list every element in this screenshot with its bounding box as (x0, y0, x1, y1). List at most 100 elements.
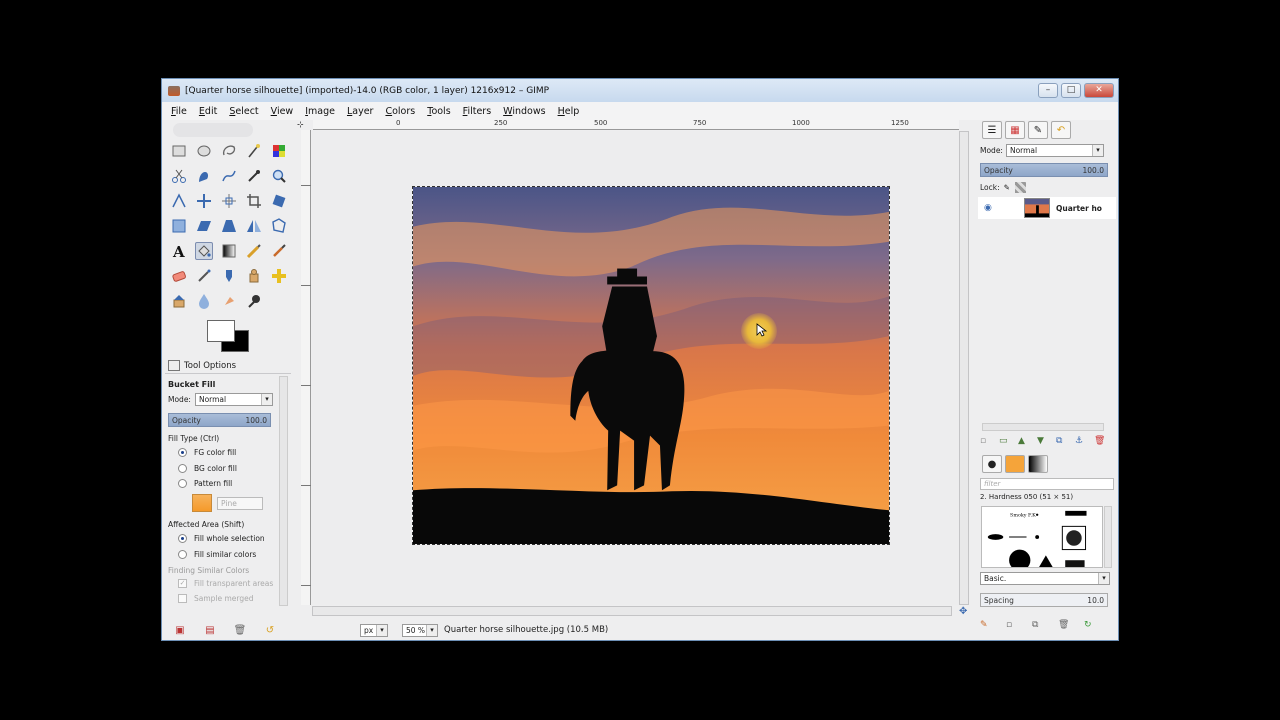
perspective-clone-icon[interactable] (170, 292, 188, 310)
scale-icon[interactable] (170, 217, 188, 235)
measure-icon[interactable] (170, 192, 188, 210)
delete-brush-icon[interactable]: 🗑 (1058, 620, 1084, 630)
close-button[interactable]: ✕ (1084, 83, 1114, 98)
fill-type-bg[interactable]: BG color fill (178, 464, 237, 473)
menu-image[interactable]: Image (305, 106, 335, 117)
pencil-icon[interactable] (245, 242, 263, 260)
foreground-color-swatch[interactable] (207, 320, 235, 342)
duplicate-brush-icon[interactable]: ⧉ (1032, 620, 1058, 630)
paintbrush-icon[interactable] (270, 242, 288, 260)
zoom-select[interactable]: 50 % ▾ (402, 623, 438, 637)
blend-icon[interactable] (220, 242, 238, 260)
menu-help[interactable]: Help (558, 106, 580, 117)
menu-select[interactable]: Select (229, 106, 258, 117)
radio-fg-fill[interactable] (178, 448, 187, 457)
dodge-burn-icon[interactable] (245, 292, 263, 310)
menu-filters[interactable]: Filters (463, 106, 492, 117)
layers-hscrollbar[interactable] (982, 423, 1104, 431)
rect-select-icon[interactable] (170, 142, 188, 160)
image-layer-canvas[interactable] (412, 186, 890, 545)
duplicate-layer-icon[interactable]: ⧉ (1056, 436, 1075, 446)
pattern-selector[interactable]: Pine (192, 494, 263, 512)
layers-tab-icon[interactable]: ☰ (982, 121, 1002, 139)
delete-layer-icon[interactable]: 🗑 (1094, 436, 1113, 446)
free-select-icon[interactable] (220, 142, 238, 160)
blur-icon[interactable] (195, 292, 213, 310)
menu-tools[interactable]: Tools (427, 106, 450, 117)
save-options-icon[interactable]: ▣ (165, 625, 195, 636)
anchor-layer-icon[interactable]: ⚓ (1075, 436, 1094, 446)
bucket-fill-icon[interactable] (195, 242, 213, 260)
refresh-brushes-icon[interactable]: ↻ (1084, 620, 1110, 630)
radio-fill-whole[interactable] (178, 534, 187, 543)
menu-layer[interactable]: Layer (347, 106, 374, 117)
radio-bg-fill[interactable] (178, 464, 187, 473)
lock-alpha-icon[interactable] (1014, 182, 1026, 193)
crop-icon[interactable] (245, 192, 263, 210)
gradients-tab-icon[interactable] (1028, 455, 1048, 473)
text-icon[interactable]: A (170, 242, 188, 260)
cage-transform-icon[interactable] (270, 217, 288, 235)
radio-fill-similar[interactable] (178, 550, 187, 559)
vertical-scrollbar[interactable] (959, 131, 969, 605)
fuzzy-select-icon[interactable] (245, 142, 263, 160)
navigate-icon[interactable]: ✥ (959, 606, 971, 618)
unit-select[interactable]: px ▾ (360, 623, 388, 637)
horizontal-scrollbar[interactable] (312, 606, 952, 616)
quick-mask-corner-icon[interactable]: ⊹ (297, 120, 311, 130)
opacity-slider[interactable]: Opacity 100.0 (168, 413, 271, 427)
patterns-tab-icon[interactable] (1005, 455, 1025, 473)
eye-icon[interactable]: ◉ (984, 203, 1006, 213)
zoom-icon[interactable] (270, 167, 288, 185)
ink-icon[interactable] (220, 267, 238, 285)
shear-icon[interactable] (195, 217, 213, 235)
paths-tab-icon[interactable]: ✎ (1028, 121, 1048, 139)
spacing-slider[interactable]: Spacing 10.0 (980, 593, 1108, 607)
fg-bg-color-selector[interactable] (207, 320, 251, 354)
scissors-select-icon[interactable] (170, 167, 188, 185)
restore-options-icon[interactable]: ▤ (195, 625, 225, 636)
affected-whole[interactable]: Fill whole selection (178, 534, 265, 543)
new-layer-group-icon[interactable]: ▭ (999, 436, 1018, 446)
airbrush-icon[interactable] (195, 267, 213, 285)
canvas[interactable] (312, 131, 961, 605)
brush-preset-select[interactable]: Basic. ▾ (980, 572, 1110, 585)
foreground-select-icon[interactable] (195, 167, 213, 185)
pattern-name-field[interactable]: Pine (217, 496, 263, 510)
fill-type-pattern[interactable]: Pattern fill (178, 479, 232, 488)
rotate-icon[interactable] (270, 192, 288, 210)
lock-pixels-icon[interactable]: ✎ (1004, 183, 1010, 192)
select-by-color-icon[interactable] (270, 142, 288, 160)
menu-colors[interactable]: Colors (385, 106, 415, 117)
radio-pattern-fill[interactable] (178, 479, 187, 488)
vertical-ruler[interactable] (301, 130, 311, 605)
reset-options-icon[interactable]: ↺ (255, 625, 285, 636)
brush-filter-field[interactable]: filter (980, 478, 1114, 490)
eraser-icon[interactable] (170, 267, 188, 285)
lower-layer-icon[interactable]: ▼ (1037, 436, 1056, 446)
undo-tab-icon[interactable]: ↶ (1051, 121, 1071, 139)
align-icon[interactable] (220, 192, 238, 210)
layer-row[interactable]: ◉ Quarter ho (978, 197, 1116, 219)
brushes-tab-icon[interactable]: ● (982, 455, 1002, 473)
flip-icon[interactable] (245, 217, 263, 235)
layers-mode-select[interactable]: Normal ▾ (1005, 144, 1104, 157)
layers-opacity-slider[interactable]: Opacity 100.0 (980, 163, 1108, 177)
tool-options-scrollbar[interactable] (279, 376, 288, 606)
paths-icon[interactable] (220, 167, 238, 185)
mode-select[interactable]: Normal ▾ (194, 393, 273, 406)
tool-options-tab[interactable]: Tool Options (165, 358, 291, 374)
menu-windows[interactable]: Windows (503, 106, 545, 117)
maximize-button[interactable]: □ (1061, 83, 1081, 98)
menu-file[interactable]: File (171, 106, 187, 117)
heal-icon[interactable] (270, 267, 288, 285)
affected-similar[interactable]: Fill similar colors (178, 550, 256, 559)
brushes-scrollbar[interactable] (1104, 506, 1112, 568)
new-brush-icon[interactable]: ▫ (1006, 620, 1032, 630)
smudge-icon[interactable] (220, 292, 238, 310)
layer-name[interactable]: Quarter ho (1056, 204, 1102, 213)
new-layer-icon[interactable]: ▫ (980, 436, 999, 446)
menu-view[interactable]: View (271, 106, 294, 117)
brush-grid[interactable]: Smoky F.K (981, 506, 1103, 571)
minimize-button[interactable]: – (1038, 83, 1058, 98)
